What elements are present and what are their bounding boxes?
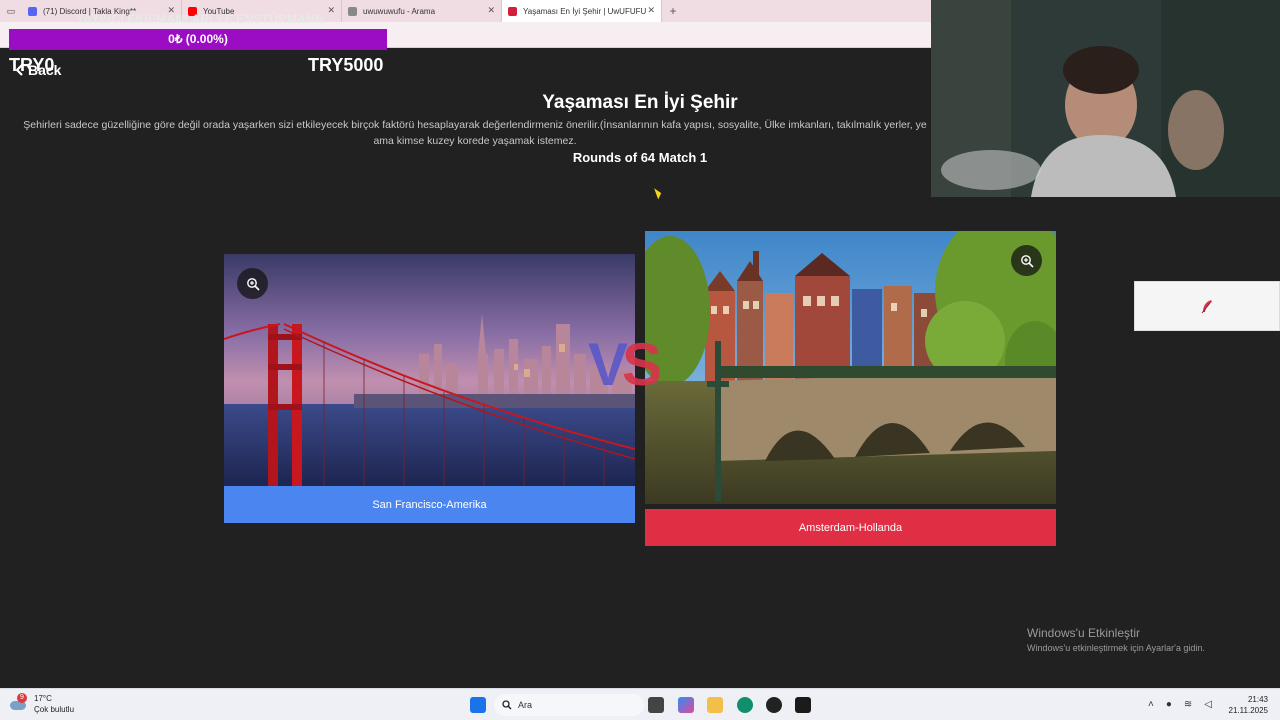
activation-subtitle: Windows'u etkinleştirmek için Ayarlar'a …	[1027, 643, 1205, 653]
obs-icon[interactable]	[766, 697, 782, 713]
tab-label: Yaşaması En İyi Şehir | UwUFUFU	[523, 6, 647, 16]
tab-uwufufu[interactable]: Yaşaması En İyi Şehir | UwUFUFU ✕	[502, 0, 662, 22]
task-view-icon[interactable]	[648, 697, 664, 713]
tab-search[interactable]: uwuwuwufu - Arama ✕	[342, 0, 502, 22]
zoom-in-icon	[1020, 254, 1034, 268]
zoom-in-icon	[246, 277, 260, 291]
weather-widget[interactable]: 9 17°C Çok bulutlu	[10, 693, 74, 715]
weather-icon: 9	[10, 693, 28, 711]
edge-browser-icon[interactable]	[737, 697, 753, 713]
candidate-image-amsterdam[interactable]	[645, 231, 1056, 504]
tab-actions-icon[interactable]: ▭	[0, 0, 22, 22]
notification-badge: 9	[17, 693, 27, 703]
activation-title: Windows'u Etkinleştir	[1027, 626, 1140, 640]
windows-activation-watermark: Windows'u Etkinleştir Windows'u etkinleş…	[1027, 626, 1205, 653]
weather-condition: Çok bulutlu	[34, 705, 75, 714]
donation-progress-track: 0₺ (0.00%)	[9, 29, 387, 50]
webcam-feed	[931, 0, 1280, 197]
amsterdam-canal-image	[645, 231, 1056, 504]
golden-gate-image	[224, 254, 635, 486]
donation-progress-text: 0₺ (0.00%)	[168, 32, 228, 46]
candidate-card-right[interactable]: Amsterdam-Hollanda	[645, 231, 1056, 546]
vs-letter-s: S	[622, 331, 662, 398]
description-line: Şehirleri sadece güzelliğine göre değil …	[23, 119, 927, 131]
terminal-icon[interactable]	[795, 697, 811, 713]
candidate-image-san-francisco[interactable]	[224, 254, 635, 486]
candidate-card-left[interactable]: San Francisco-Amerika	[224, 254, 635, 523]
taskbar: 9 17°C Çok bulutlu Ara ˄ ● ≋ ◁ 21:43 21.…	[0, 688, 1280, 720]
description-line: ama kimse kuzey korede yaşamak istemez.	[373, 135, 577, 147]
streamer-image	[931, 0, 1280, 197]
taskbar-clock[interactable]: 21:43 21.11.2025	[1229, 694, 1268, 716]
search-icon	[348, 6, 357, 16]
windows-start-icon[interactable]	[470, 697, 486, 713]
copilot-icon[interactable]	[678, 697, 694, 713]
candidate-label-left[interactable]: San Francisco-Amerika	[224, 486, 635, 523]
chevron-up-icon[interactable]: ˄	[1148, 699, 1154, 710]
donation-goal-amount: TRY5000	[308, 55, 384, 75]
zoom-in-button[interactable]	[1011, 245, 1042, 276]
clock-time: 21:43	[1247, 695, 1268, 704]
zoom-in-button[interactable]	[237, 268, 268, 299]
weather-temp: 17°C	[34, 694, 52, 703]
vs-label: VS	[588, 330, 662, 399]
system-tray: ˄ ● ≋ ◁	[1148, 699, 1212, 710]
donation-current-amount: TRY0	[9, 55, 55, 75]
uwufufu-icon	[508, 6, 517, 16]
volume-icon[interactable]: ◁	[1204, 699, 1212, 710]
tab-label: uwuwuwufu - Arama	[363, 6, 436, 16]
taskbar-search[interactable]: Ara	[494, 694, 644, 716]
new-tab-button[interactable]: +	[662, 4, 684, 18]
candidate-label-right[interactable]: Amsterdam-Hollanda	[645, 509, 1056, 546]
mouse-cursor	[654, 186, 663, 200]
side-widget[interactable]	[1134, 281, 1280, 331]
microphone-icon[interactable]: ●	[1166, 699, 1172, 710]
vs-letter-v: V	[588, 331, 628, 398]
close-icon[interactable]: ✕	[327, 5, 335, 16]
file-explorer-icon[interactable]	[707, 697, 723, 713]
wifi-icon[interactable]: ≋	[1184, 699, 1192, 710]
page: ▭ (71) Discord | Takla King** ✕ YouTube …	[0, 0, 1280, 720]
donation-goal-title: YAYINCI EKİPMANLARI VE ENSTÜRMANN	[76, 12, 324, 26]
discord-icon	[28, 6, 37, 16]
clock-date: 21.11.2025	[1228, 706, 1268, 715]
search-icon	[502, 700, 512, 710]
close-icon[interactable]: ✕	[647, 5, 655, 16]
close-icon[interactable]: ✕	[487, 5, 495, 16]
search-placeholder: Ara	[518, 700, 533, 710]
feather-icon	[1201, 300, 1212, 314]
